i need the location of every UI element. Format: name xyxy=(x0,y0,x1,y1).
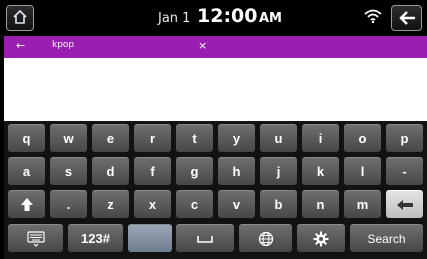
key-u[interactable]: u xyxy=(260,124,297,152)
clock-time: 12:00 xyxy=(197,5,258,27)
key-period[interactable]: . xyxy=(50,190,87,218)
globe-key[interactable] xyxy=(239,224,292,252)
home-icon xyxy=(13,9,27,24)
search-key[interactable]: Search xyxy=(350,224,423,252)
backspace-key[interactable] xyxy=(386,190,423,218)
key-l[interactable]: l xyxy=(344,157,381,185)
key-g[interactable]: g xyxy=(176,157,213,185)
key-a[interactable]: a xyxy=(8,157,45,185)
key-d[interactable]: d xyxy=(92,157,129,185)
key-q[interactable]: q xyxy=(8,124,45,152)
back-button[interactable] xyxy=(391,5,422,31)
home-button[interactable] xyxy=(6,5,34,31)
backspace-arrow-icon xyxy=(396,199,413,210)
key-e[interactable]: e xyxy=(92,124,129,152)
clock-ampm: AM xyxy=(259,11,282,26)
hide-keyboard-key[interactable] xyxy=(8,224,63,252)
key-t[interactable]: t xyxy=(176,124,213,152)
key-c[interactable]: c xyxy=(176,190,213,218)
key-r[interactable]: r xyxy=(134,124,171,152)
language-key[interactable] xyxy=(128,224,172,252)
key-p[interactable]: p xyxy=(386,124,423,152)
screen: Jan 1 12:00 AM ← kpop × q w e r t y u i … xyxy=(0,0,427,259)
key-b[interactable]: b xyxy=(260,190,297,218)
search-input[interactable]: kpop xyxy=(52,40,74,50)
key-n[interactable]: n xyxy=(302,190,339,218)
wifi-icon xyxy=(364,9,382,23)
key-w[interactable]: w xyxy=(50,124,87,152)
space-key[interactable] xyxy=(176,224,234,252)
key-m[interactable]: m xyxy=(344,190,381,218)
key-hyphen[interactable]: - xyxy=(386,157,423,185)
key-o[interactable]: o xyxy=(344,124,381,152)
key-f[interactable]: f xyxy=(134,157,171,185)
numbers-key[interactable]: 123# xyxy=(68,224,123,252)
space-bar-icon xyxy=(197,235,213,243)
on-screen-keyboard: q w e r t y u i o p a s d f g h j k l - … xyxy=(4,121,427,259)
shift-key[interactable] xyxy=(8,190,45,218)
back-arrow-icon xyxy=(399,11,415,25)
key-s[interactable]: s xyxy=(50,157,87,185)
key-i[interactable]: i xyxy=(302,124,339,152)
globe-icon xyxy=(258,231,273,246)
key-x[interactable]: x xyxy=(134,190,171,218)
date-label: Jan 1 xyxy=(158,11,191,26)
search-bar: ← kpop × xyxy=(4,36,427,58)
key-j[interactable]: j xyxy=(260,157,297,185)
gear-icon xyxy=(313,231,329,246)
key-z[interactable]: z xyxy=(92,190,129,218)
status-bar: Jan 1 12:00 AM xyxy=(0,0,427,36)
settings-key[interactable] xyxy=(297,224,345,252)
clear-search-button[interactable]: × xyxy=(198,39,207,52)
search-results-area xyxy=(4,58,427,121)
key-v[interactable]: v xyxy=(218,190,255,218)
key-k[interactable]: k xyxy=(302,157,339,185)
search-back-button[interactable]: ← xyxy=(16,39,25,52)
shift-arrow-icon xyxy=(20,198,33,211)
key-h[interactable]: h xyxy=(218,157,255,185)
keyboard-icon xyxy=(26,230,45,247)
key-y[interactable]: y xyxy=(218,124,255,152)
